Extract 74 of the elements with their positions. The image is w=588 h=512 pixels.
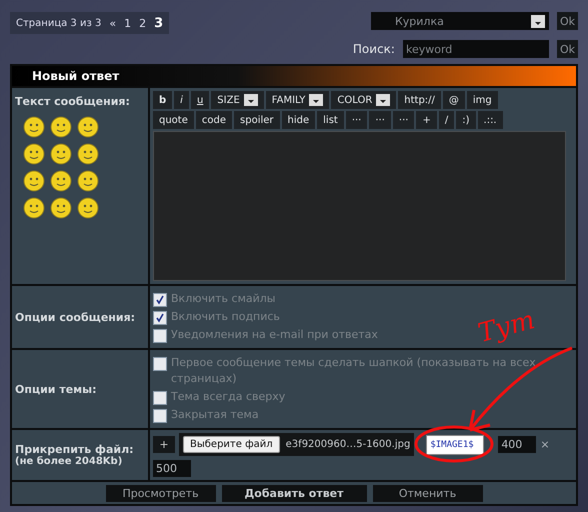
toolbar-button[interactable]: ··· [346,111,368,129]
form-button[interactable]: Добавить ответ [222,485,366,502]
smiley-icon[interactable] [23,170,45,192]
field-label: Текст сообщения: [15,95,131,108]
toolbar-button[interactable]: :) [456,111,476,129]
checkbox[interactable] [153,311,167,325]
toolbar-button[interactable]: @ [442,91,465,109]
checkbox[interactable] [153,409,167,423]
previous-page-link[interactable]: « [109,16,116,30]
field-label: Опции темы: [15,382,98,396]
smiley-icon[interactable] [23,197,45,219]
page-link[interactable]: 1 [124,16,132,30]
choose-file-button[interactable]: Выберите файл [183,436,280,453]
toolbar-button[interactable]: COLOR [331,91,396,109]
search-label: Поиск: [352,42,395,56]
toolbar-button[interactable]: u [190,91,210,109]
smiley-icon[interactable] [77,197,99,219]
checkbox[interactable] [153,329,167,343]
size-limit-note: (не более 2048Kb) [15,456,124,467]
annotation-text: Тут [475,305,538,349]
toolbar-button[interactable]: list [317,111,344,129]
toolbar-button[interactable]: FAMILY [266,91,330,109]
smiley-icon[interactable] [23,143,45,165]
search-field[interactable]: keyword [402,40,549,58]
checkbox[interactable] [153,293,167,307]
form-header: Новый ответ [12,66,576,86]
toolbar-button[interactable]: code [196,111,232,129]
option-label: Первое сообщение темы сделать шапкой (показывать на всех страницах) [171,355,537,387]
field-label: Прикрепить файл: [15,443,135,456]
smiley-icon[interactable] [50,116,72,138]
checkbox[interactable] [153,391,167,405]
add-file-button[interactable]: + [153,436,175,453]
search-button[interactable]: Ok [556,40,578,58]
form-button[interactable]: Отменить [372,485,482,502]
smiley-icon[interactable] [50,170,72,192]
toolbar-button[interactable]: / [438,111,454,129]
option-label: Включить подпись [171,309,280,325]
toolbar-button[interactable]: ··· [392,111,414,129]
smiley-icon[interactable] [50,143,72,165]
toolbar-button[interactable]: hide [282,111,316,129]
toolbar-button[interactable]: quote [153,111,194,129]
page-count: Страница 3 из 3 [16,18,102,28]
form-button[interactable]: Просмотреть [106,485,216,502]
toolbar-button[interactable]: spoiler [234,111,280,129]
go-button[interactable]: Ok [556,12,578,30]
file-input[interactable]: Выберите файл e3f9200960…5-1600.jpg [179,433,414,456]
caret-icon [530,14,545,28]
smiley-icon[interactable] [77,143,99,165]
page-link[interactable]: 2 [139,16,146,30]
option-label: Закрытая тема [171,407,259,423]
checkbox[interactable] [153,357,167,371]
toolbar-button[interactable]: img [466,91,498,109]
image-tag-field[interactable]: $IMAGE1$ [426,434,484,454]
smiley-icon[interactable] [77,116,99,138]
toolbar-button[interactable]: + [416,111,437,129]
width-field[interactable]: 400 [498,436,536,453]
field-label: Опции сообщения: [15,310,136,324]
toolbar-button[interactable]: SIZE [211,91,264,109]
page-link[interactable]: 3 [154,16,164,30]
dimension-separator: × [540,438,550,451]
toolbar-button[interactable]: ··· [369,111,391,129]
toolbar-button[interactable]: i [174,91,189,109]
option-label: Уведомления на e-mail при ответах [171,327,378,343]
forum-dropdown[interactable]: Курилка [370,12,549,30]
toolbar-button[interactable]: .::. [478,111,503,129]
height-field[interactable]: 500 [153,460,191,477]
smiley-icon[interactable] [50,197,72,219]
smiley-icon[interactable] [77,170,99,192]
smiley-icon[interactable] [23,116,45,138]
file-name: e3f9200960…5-1600.jpg [286,439,410,450]
option-label: Тема всегда сверху [171,389,286,405]
toolbar-button[interactable]: http:// [398,91,441,109]
option-label: Включить смайлы [171,291,276,307]
toolbar-button[interactable]: b [153,91,172,109]
